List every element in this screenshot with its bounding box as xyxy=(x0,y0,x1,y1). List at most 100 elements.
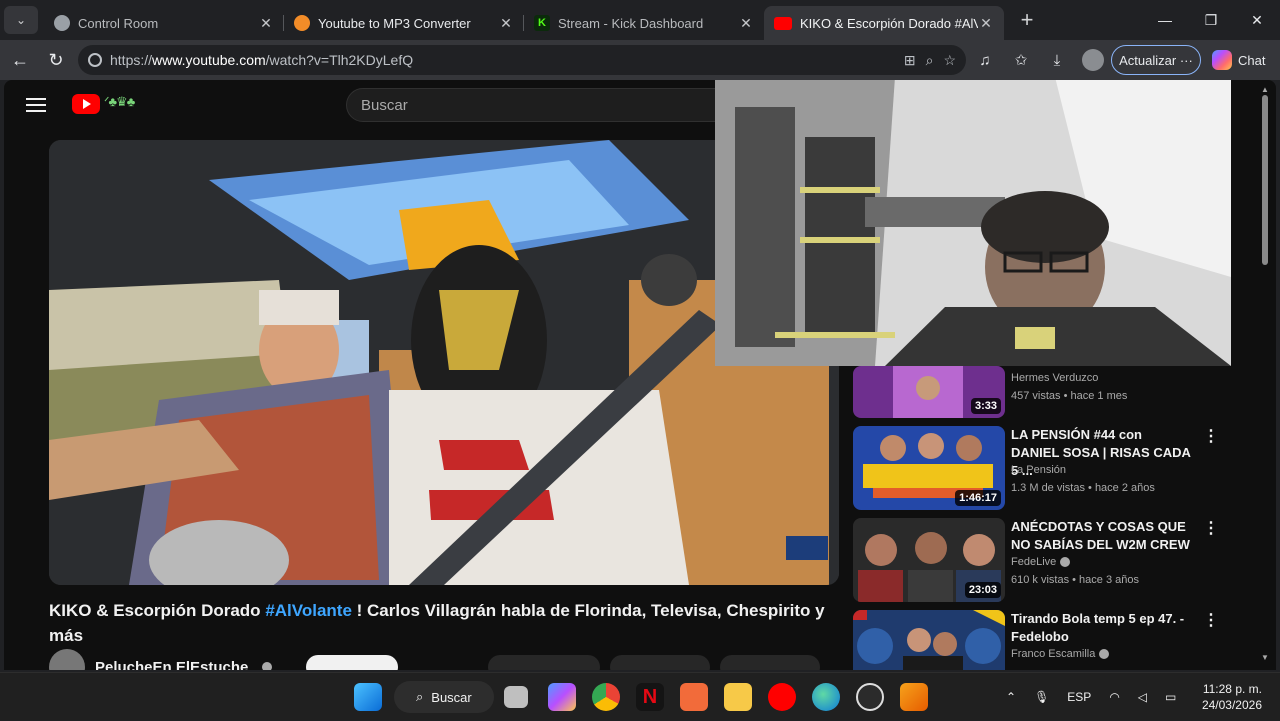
back-arrow-icon[interactable]: ← xyxy=(4,44,36,76)
youtube-page: ᐟ♣♛♣ Buscar KIKO & Escorpión Dorado #AlV… xyxy=(4,80,1276,670)
address-bar[interactable]: https://www.youtube.com/watch?v=Tlh2KDyL… xyxy=(78,45,966,75)
apps-icon[interactable]: ⊞ xyxy=(904,52,916,69)
site-info-icon[interactable] xyxy=(88,53,102,67)
download-button[interactable] xyxy=(720,655,821,670)
tab-youtube-active[interactable]: KIKO & Escorpión Dorado #AlVola ✕ xyxy=(764,6,1004,40)
media-icon[interactable]: ♫ xyxy=(970,45,1000,75)
update-label: Actualizar xyxy=(1119,52,1177,68)
obs-icon[interactable] xyxy=(856,683,884,711)
duration-badge: 1:46:17 xyxy=(955,490,1001,506)
search-input[interactable]: Buscar xyxy=(346,88,746,122)
download-icon[interactable]: ⤓ xyxy=(1042,45,1072,75)
new-tab-button[interactable]: + xyxy=(1010,7,1044,33)
profile-avatar[interactable] xyxy=(1078,45,1108,75)
favorite-star-icon[interactable]: ☆ xyxy=(943,52,956,69)
start-button-icon[interactable] xyxy=(354,683,382,711)
share-button[interactable] xyxy=(610,655,711,670)
scroll-up-icon[interactable]: ▲ xyxy=(1261,85,1269,94)
task-view-icon[interactable] xyxy=(504,686,528,708)
youtube-doodle-icon[interactable]: ᐟ♣♛♣ xyxy=(104,94,135,110)
file-explorer-icon[interactable] xyxy=(724,683,752,711)
video-title-main: KIKO & Escorpión Dorado xyxy=(49,601,261,620)
system-tray: ⌃ 🎙 ESP ◠ ◁ ▭ xyxy=(1006,673,1176,721)
copilot-app-icon[interactable] xyxy=(548,683,576,711)
recommendation-meta: 457 vistas • hace 1 mes xyxy=(1011,390,1128,402)
recommendation-item[interactable]: Tirando Bola temp 5 ep 47. - Fedelobo Fr… xyxy=(853,610,1253,670)
duration-badge: 3:33 xyxy=(970,398,1001,414)
tab-title: Youtube to MP3 Converter xyxy=(318,15,471,31)
fl-studio-icon[interactable] xyxy=(900,683,928,711)
recommendation-channel: La Pensión xyxy=(1011,464,1067,476)
recommendation-meta: 610 k vistas • hace 3 años xyxy=(1011,574,1139,586)
more-options-icon[interactable]: ⋮ xyxy=(1203,426,1219,446)
favorites-icon[interactable]: ✩ xyxy=(1006,45,1036,75)
recommendation-meta: 1.3 M de vistas • hace 2 años xyxy=(1011,482,1155,494)
converter-favicon-icon xyxy=(294,15,310,31)
minimize-icon[interactable]: — xyxy=(1142,0,1188,40)
scrollbar-thumb[interactable] xyxy=(1262,95,1268,265)
zoom-icon[interactable]: ⌕ xyxy=(926,52,934,69)
recommendation-thumbnail[interactable]: 23:03 xyxy=(853,518,1005,602)
reload-icon[interactable]: ↻ xyxy=(40,44,72,76)
close-tab-icon[interactable]: ✕ xyxy=(978,15,994,32)
duration-badge: 23:03 xyxy=(964,582,1001,598)
tab-search-button[interactable]: ⌄ xyxy=(4,6,38,34)
recommendation-channel: FedeLive xyxy=(1011,556,1071,568)
webcam-image xyxy=(715,80,1231,366)
channel-avatar[interactable] xyxy=(49,649,85,670)
more-options-icon[interactable]: ⋮ xyxy=(1203,518,1219,538)
hamburger-menu-icon[interactable] xyxy=(26,94,46,116)
verified-icon xyxy=(262,662,273,670)
tab-title: Control Room xyxy=(78,15,159,31)
recommendation-thumbnail[interactable] xyxy=(853,610,1005,670)
url-host: www.youtube.com xyxy=(152,52,266,68)
recommendation-thumbnail[interactable]: 1:46:17 xyxy=(853,426,1005,510)
close-tab-icon[interactable]: ✕ xyxy=(258,15,274,32)
language-indicator[interactable]: ESP xyxy=(1067,690,1091,704)
kick-favicon-icon: K xyxy=(534,15,550,31)
battery-icon[interactable]: ▭ xyxy=(1165,690,1176,704)
tab-mp3-converter[interactable]: Youtube to MP3 Converter ✕ xyxy=(284,6,524,40)
chrome-icon[interactable] xyxy=(592,683,620,711)
clock[interactable]: 11:28 p. m. 24/03/2026 xyxy=(1196,681,1262,713)
channel-row: PelucheEn ElEstuche xyxy=(49,649,821,671)
wifi-icon[interactable]: ◠ xyxy=(1109,690,1119,704)
close-tab-icon[interactable]: ✕ xyxy=(738,15,754,32)
recommendation-item[interactable]: 1:46:17 LA PENSIÓN #44 con DANIEL SOSA |… xyxy=(853,426,1253,510)
recommendation-channel: Franco Escamilla xyxy=(1011,648,1110,660)
channel-name[interactable]: PelucheEn ElEstuche xyxy=(95,659,248,671)
tab-control-room[interactable]: Control Room ✕ xyxy=(44,6,284,40)
show-hidden-icons-icon[interactable]: ⌃ xyxy=(1006,690,1016,704)
copilot-chat-button[interactable]: Chat xyxy=(1206,45,1276,75)
recommendation-title[interactable]: ANÉCDOTAS Y COSAS QUE NO SABÍAS DEL W2M … xyxy=(1011,518,1191,554)
webcam-overlay xyxy=(715,80,1231,366)
thumbnail-image xyxy=(853,610,1005,670)
subscribe-button[interactable] xyxy=(306,655,399,670)
update-button[interactable]: Actualizar ··· xyxy=(1111,45,1201,75)
youtube-music-icon[interactable] xyxy=(768,683,796,711)
edge-icon[interactable] xyxy=(812,683,840,711)
windows-taskbar: ⌕ Buscar N ⌃ 🎙 ESP ◠ ◁ ▭ 11:28 p. m. 24/… xyxy=(0,672,1280,720)
netflix-icon[interactable]: N xyxy=(636,683,664,711)
tab-kick-dashboard[interactable]: K Stream - Kick Dashboard ✕ xyxy=(524,6,764,40)
page-scrollbar[interactable]: ▲ ▼ xyxy=(1261,85,1269,665)
recommendation-title[interactable]: Tirando Bola temp 5 ep 47. - Fedelobo xyxy=(1011,610,1191,646)
like-button[interactable] xyxy=(488,655,601,670)
toolbar-icons: ♫ ✩ ⤓ xyxy=(970,40,1108,80)
restore-icon[interactable]: ❐ xyxy=(1188,0,1234,40)
volume-icon[interactable]: ◁ xyxy=(1138,690,1147,704)
more-options-icon[interactable]: ⋮ xyxy=(1203,610,1219,630)
channel-text: FedeLive xyxy=(1011,556,1057,568)
close-window-icon[interactable]: ✕ xyxy=(1234,0,1280,40)
scroll-down-icon[interactable]: ▼ xyxy=(1261,653,1269,662)
video-hashtag-link[interactable]: #AlVolante xyxy=(265,601,352,620)
recommendation-thumbnail[interactable]: 3:33 xyxy=(853,366,1005,418)
close-tab-icon[interactable]: ✕ xyxy=(498,15,514,32)
browser-toolbar: ← ↻ https://www.youtube.com/watch?v=Tlh2… xyxy=(0,40,1280,80)
microphone-icon[interactable]: 🎙 xyxy=(1034,690,1049,704)
taskbar-search[interactable]: ⌕ Buscar xyxy=(394,681,494,713)
recorder-app-icon[interactable] xyxy=(680,683,708,711)
youtube-logo[interactable] xyxy=(72,94,100,114)
recommendation-item[interactable]: 23:03 ANÉCDOTAS Y COSAS QUE NO SABÍAS DE… xyxy=(853,518,1253,602)
more-icon: ··· xyxy=(1179,52,1193,68)
